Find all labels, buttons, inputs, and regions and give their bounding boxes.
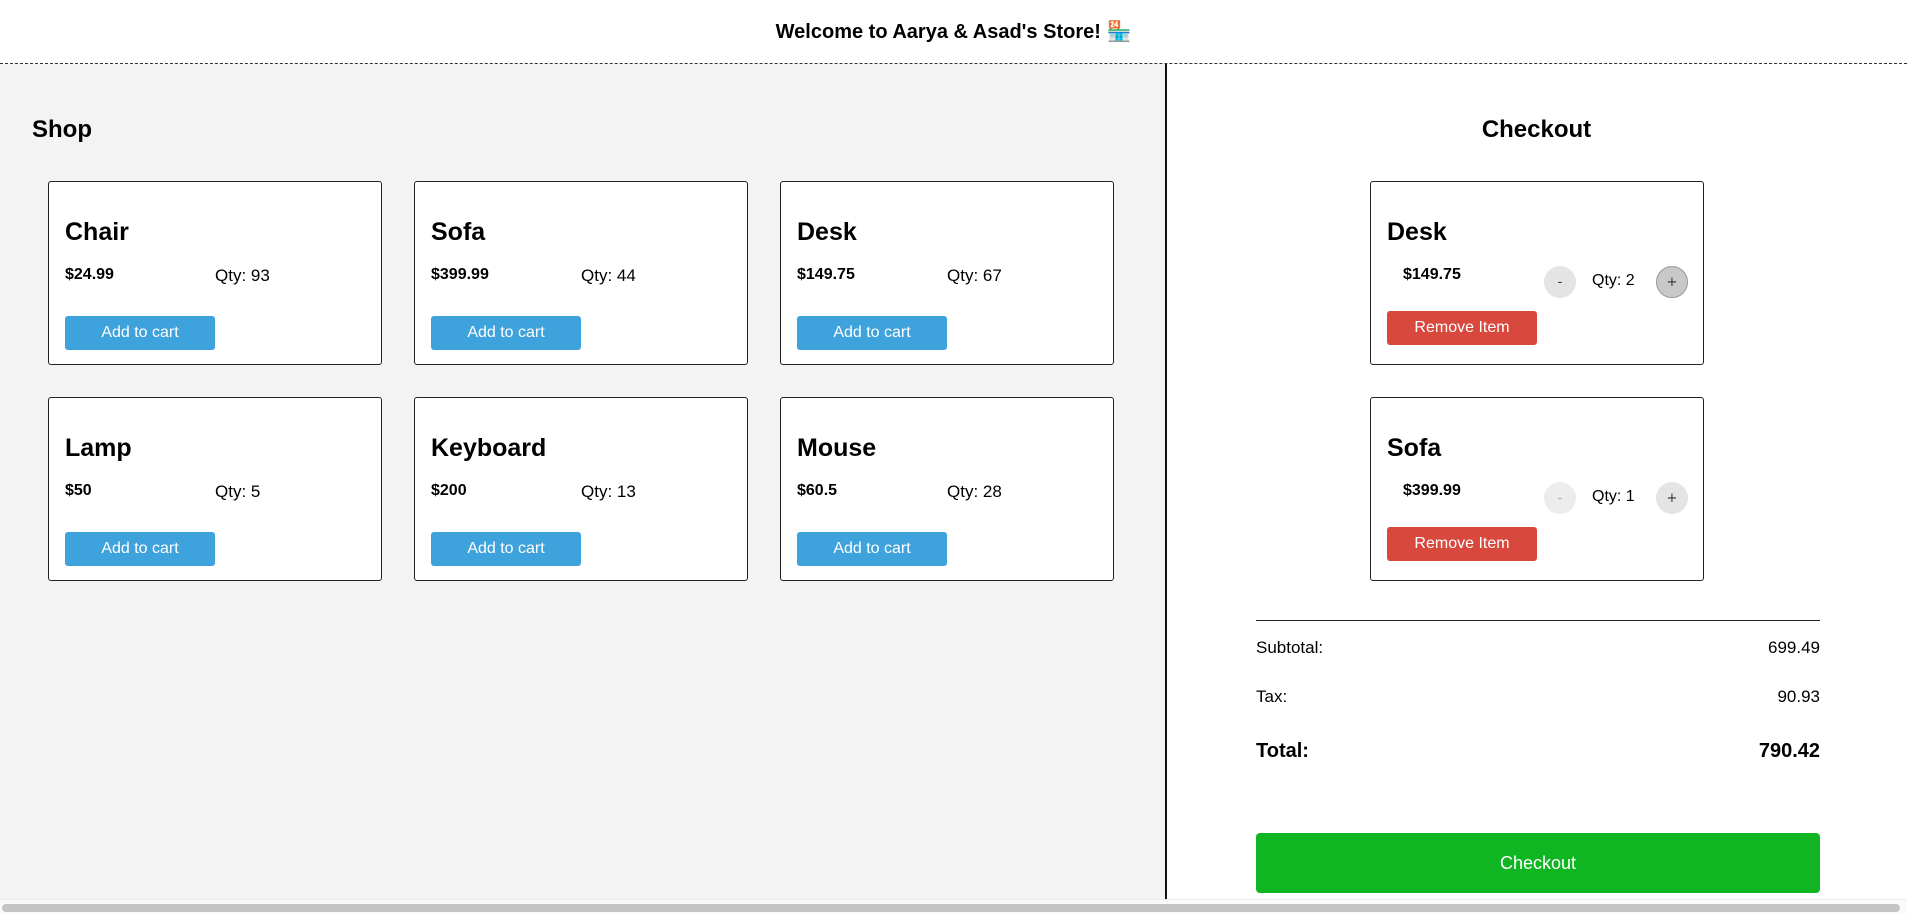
tax-label: Tax: (1256, 687, 1288, 706)
product-name: Lamp (65, 434, 132, 462)
store-header: Welcome to Aarya & Asad's Store! 🏪 (0, 0, 1907, 64)
product-name: Desk (797, 218, 857, 246)
product-name: Mouse (797, 434, 877, 462)
increase-quantity-button[interactable]: + (1656, 266, 1688, 298)
cart-item-sofa: Sofa $399.99 - Qty: 1 + Remove Item (1370, 397, 1704, 581)
remove-item-button[interactable]: Remove Item (1387, 311, 1537, 345)
product-card-keyboard: Keyboard $200 Qty: 13 Add to cart (414, 397, 748, 581)
product-stock: Qty: 67 (947, 266, 1002, 285)
add-to-cart-button[interactable]: Add to cart (65, 532, 215, 566)
cart-item-price: $399.99 (1403, 482, 1461, 499)
product-card-chair: Chair $24.99 Qty: 93 Add to cart (48, 181, 382, 365)
add-to-cart-button[interactable]: Add to cart (65, 316, 215, 350)
product-price: $399.99 (431, 266, 489, 283)
product-price: $24.99 (65, 266, 114, 283)
product-stock: Qty: 13 (581, 482, 636, 501)
decrease-quantity-button[interactable]: - (1544, 482, 1576, 514)
shop-heading: Shop (32, 116, 92, 143)
horizontal-scrollbar[interactable] (0, 899, 1907, 914)
subtotal-row: Subtotal: 699.49 (1256, 638, 1820, 658)
product-card-mouse: Mouse $60.5 Qty: 28 Add to cart (780, 397, 1114, 581)
store-title: Welcome to Aarya & Asad's Store! 🏪 (775, 21, 1132, 43)
product-stock: Qty: 93 (215, 266, 270, 285)
shop-panel: Shop Chair $24.99 Qty: 93 Add to cart So… (0, 64, 1167, 899)
add-to-cart-button[interactable]: Add to cart (797, 316, 947, 350)
add-to-cart-button[interactable]: Add to cart (431, 316, 581, 350)
product-price: $50 (65, 482, 92, 499)
subtotal-label: Subtotal: (1256, 638, 1324, 657)
product-name: Chair (65, 218, 129, 246)
add-to-cart-button[interactable]: Add to cart (431, 532, 581, 566)
product-stock: Qty: 5 (215, 482, 261, 501)
subtotal-value: 699.49 (1768, 638, 1820, 657)
order-summary: Subtotal: 699.49 Tax: 90.93 Total: 790.4… (1256, 620, 1820, 763)
product-price: $60.5 (797, 482, 838, 499)
add-to-cart-button[interactable]: Add to cart (797, 532, 947, 566)
product-stock: Qty: 28 (947, 482, 1002, 501)
product-card-desk: Desk $149.75 Qty: 67 Add to cart (780, 181, 1114, 365)
remove-item-button[interactable]: Remove Item (1387, 527, 1537, 561)
checkout-heading: Checkout (1481, 116, 1592, 143)
product-price: $149.75 (797, 266, 855, 283)
decrease-quantity-button[interactable]: - (1544, 266, 1576, 298)
checkout-panel: Checkout Desk $149.75 - Qty: 2 + Remove … (1169, 64, 1907, 899)
product-stock: Qty: 44 (581, 266, 636, 285)
product-name: Sofa (431, 218, 486, 246)
cart-item-quantity: Qty: 1 (1592, 488, 1635, 505)
cart-item-name: Sofa (1387, 434, 1442, 462)
cart-item-quantity: Qty: 2 (1592, 272, 1635, 289)
cart-item-name: Desk (1387, 218, 1447, 246)
product-card-lamp: Lamp $50 Qty: 5 Add to cart (48, 397, 382, 581)
cart-item-price: $149.75 (1403, 266, 1461, 283)
checkout-button[interactable]: Checkout (1256, 833, 1820, 893)
scrollbar-thumb[interactable] (2, 904, 1900, 912)
product-price: $200 (431, 482, 467, 499)
increase-quantity-button[interactable]: + (1656, 482, 1688, 514)
product-name: Keyboard (431, 434, 547, 462)
tax-value: 90.93 (1777, 687, 1820, 706)
cart-item-desk: Desk $149.75 - Qty: 2 + Remove Item (1370, 181, 1704, 365)
product-card-sofa: Sofa $399.99 Qty: 44 Add to cart (414, 181, 748, 365)
total-row: Total: 790.42 (1256, 740, 1820, 763)
total-label: Total: (1256, 740, 1309, 762)
tax-row: Tax: 90.93 (1256, 687, 1820, 707)
total-value: 790.42 (1758, 740, 1820, 762)
